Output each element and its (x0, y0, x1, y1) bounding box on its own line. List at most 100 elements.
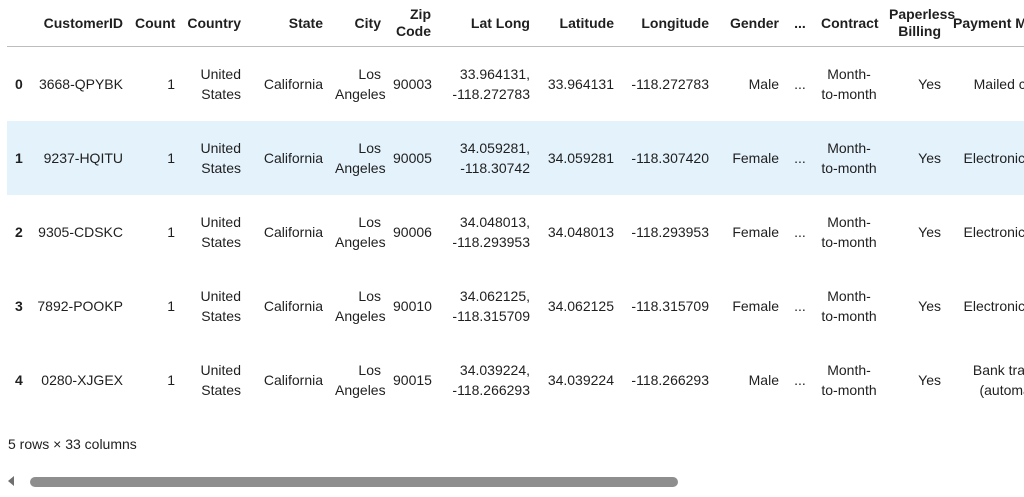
cell-contract: Month-to-month (821, 287, 877, 324)
cell-payment: Mailed check (973, 75, 1024, 92)
cell-city: Los Angeles (335, 287, 386, 324)
row-index: 4 (15, 371, 23, 388)
cell-city: Los Angeles (335, 65, 386, 102)
column-header-payment-method: Payment Method (947, 0, 1024, 47)
cell-zip: 90003 (393, 75, 432, 92)
horizontal-scrollbar[interactable] (0, 473, 1024, 491)
cell-payment: Bank transfer (automatic) (972, 361, 1024, 398)
column-header-city: City (329, 0, 387, 47)
scroll-left-arrow-icon[interactable] (8, 476, 14, 486)
cell-state: California (263, 297, 323, 314)
cell-gender: Male (748, 371, 779, 388)
cell-ellipsis: ... (794, 371, 806, 388)
cell-ellipsis: ... (794, 149, 806, 166)
cell-longitude: -118.315709 (631, 297, 709, 314)
cell-zip: 90006 (393, 223, 432, 240)
cell-paperless: Yes (918, 149, 941, 166)
cell-zip: 90015 (393, 371, 432, 388)
cell-latitude: 34.048013 (547, 223, 614, 240)
cell-lat-long: 33.964131, -118.272783 (452, 65, 530, 102)
cell-zip: 90005 (393, 149, 432, 166)
cell-gender: Female (732, 149, 779, 166)
cell-country: United States (200, 287, 241, 324)
column-header-paperless-billing: Paperless Billing (883, 0, 955, 47)
cell-lat-long: 34.062125, -118.315709 (452, 287, 530, 324)
cell-contract: Month-to-month (821, 65, 877, 102)
cell-customer-id: 3668-QPYBK (38, 75, 123, 92)
table-row: 3 7892-POOKP 1 United States California … (7, 269, 1024, 343)
dataframe-shape-text: 5 rows × 33 columns (8, 436, 137, 452)
cell-latitude: 34.039224 (547, 371, 614, 388)
cell-gender: Female (732, 223, 779, 240)
column-header-gender: Gender (715, 0, 785, 47)
cell-payment: Electronic check (963, 149, 1024, 166)
cell-ellipsis: ... (794, 223, 806, 240)
column-header-state: State (247, 0, 329, 47)
cell-state: California (263, 223, 323, 240)
cell-latitude: 33.964131 (547, 75, 614, 92)
scrollbar-thumb[interactable] (30, 477, 678, 487)
cell-state: California (263, 75, 323, 92)
cell-payment: Electronic check (963, 223, 1024, 240)
cell-country: United States (200, 213, 241, 250)
cell-contract: Month-to-month (821, 213, 877, 250)
cell-contract: Month-to-month (821, 139, 877, 176)
cell-country: United States (200, 65, 241, 102)
cell-customer-id: 9237-HQITU (43, 149, 123, 166)
cell-gender: Male (748, 75, 779, 92)
cell-count: 1 (167, 371, 175, 388)
cell-count: 1 (167, 149, 175, 166)
column-header-count: Count (129, 0, 181, 47)
column-header-country: Country (181, 0, 247, 47)
cell-contract: Month-to-month (821, 361, 877, 398)
cell-city: Los Angeles (335, 213, 386, 250)
cell-payment: Electronic check (963, 297, 1024, 314)
column-header-ellipsis: ... (785, 0, 815, 47)
cell-state: California (263, 149, 323, 166)
row-index: 3 (15, 297, 23, 314)
cell-count: 1 (167, 75, 175, 92)
dataframe-output: CustomerID Count Country State City Zip … (0, 0, 1024, 425)
row-index: 0 (15, 75, 23, 92)
cell-lat-long: 34.059281, -118.30742 (459, 139, 530, 176)
cell-lat-long: 34.039224, -118.266293 (452, 361, 530, 398)
column-header-customerid: CustomerID (31, 0, 129, 47)
cell-count: 1 (167, 297, 175, 314)
table-row: 0 3668-QPYBK 1 United States California … (7, 47, 1024, 121)
table-row: 1 9237-HQITU 1 United States California … (7, 120, 1024, 195)
cell-customer-id: 9305-CDSKC (38, 223, 123, 240)
cell-latitude: 34.059281 (547, 149, 614, 166)
cell-ellipsis: ... (794, 75, 806, 92)
cell-state: California (263, 371, 323, 388)
cell-city: Los Angeles (335, 361, 386, 398)
row-index: 2 (15, 223, 23, 240)
cell-paperless: Yes (918, 371, 941, 388)
cell-longitude: -118.266293 (631, 371, 709, 388)
cell-paperless: Yes (918, 223, 941, 240)
cell-ellipsis: ... (794, 297, 806, 314)
dataframe-table: CustomerID Count Country State City Zip … (7, 0, 1024, 417)
cell-paperless: Yes (918, 297, 941, 314)
cell-latitude: 34.062125 (547, 297, 614, 314)
column-header-zip-code: Zip Code (387, 0, 437, 47)
index-header (7, 0, 31, 47)
cell-customer-id: 0280-XJGEX (41, 371, 123, 388)
cell-customer-id: 7892-POOKP (37, 297, 123, 314)
column-header-latitude: Latitude (536, 0, 620, 47)
cell-longitude: -118.293953 (631, 223, 709, 240)
cell-zip: 90010 (393, 297, 432, 314)
cell-lat-long: 34.048013, -118.293953 (452, 213, 530, 250)
cell-country: United States (200, 139, 241, 176)
header-row: CustomerID Count Country State City Zip … (7, 0, 1024, 47)
table-row: 2 9305-CDSKC 1 United States California … (7, 195, 1024, 269)
row-index: 1 (15, 149, 23, 166)
cell-longitude: -118.272783 (631, 75, 709, 92)
cell-count: 1 (167, 223, 175, 240)
table-row: 4 0280-XJGEX 1 United States California … (7, 343, 1024, 417)
cell-longitude: -118.307420 (631, 149, 709, 166)
cell-paperless: Yes (918, 75, 941, 92)
column-header-longitude: Longitude (620, 0, 715, 47)
column-header-contract: Contract (815, 0, 883, 47)
cell-country: United States (200, 361, 241, 398)
column-header-lat-long: Lat Long (437, 0, 536, 47)
